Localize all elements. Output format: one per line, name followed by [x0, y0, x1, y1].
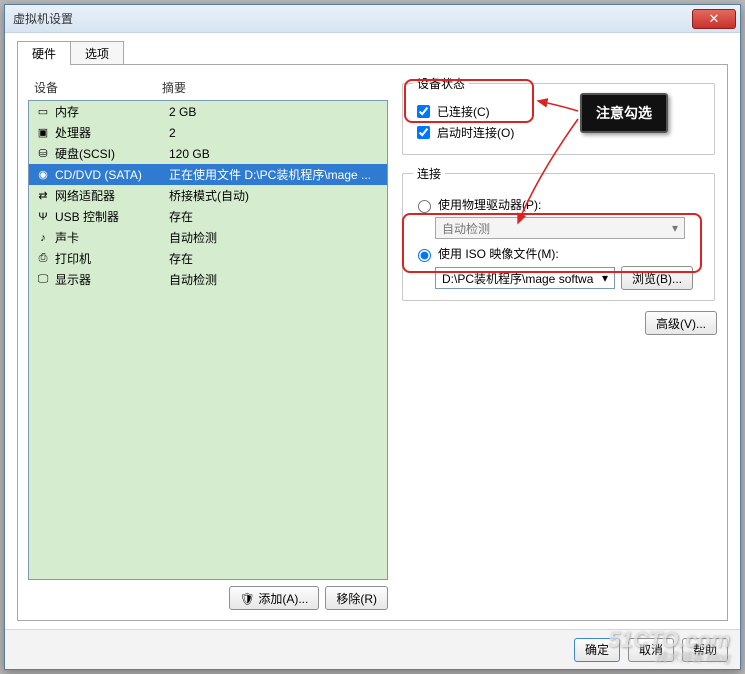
table-row[interactable]: ⇄网络适配器桥接模式(自动): [29, 185, 387, 206]
device-column: 设备 摘要 ▭内存 2 GB ▣处理器 2 ⛁硬盘(SCSI) 120 GB ◉ CD/DVD…: [28, 75, 388, 610]
device-name: 处理器: [55, 124, 165, 141]
connect-at-poweron-checkbox[interactable]: [417, 126, 430, 139]
disk-icon: ⛁: [35, 146, 51, 162]
physical-drive-block: 使用物理驱动器(P): 自动检测 ▾: [413, 196, 704, 239]
device-summary: 桥接模式(自动): [169, 187, 381, 204]
device-summary: 自动检测: [169, 271, 381, 288]
connection-legend: 连接: [413, 165, 445, 182]
connected-checkbox[interactable]: [417, 105, 430, 118]
physical-drive-radio[interactable]: [418, 200, 431, 213]
tabstrip: 硬件 选项: [17, 41, 740, 65]
tab-options[interactable]: 选项: [70, 41, 124, 65]
col-summary: 摘要: [162, 79, 382, 96]
col-device: 设备: [34, 79, 162, 96]
device-status-legend: 设备状态: [413, 75, 469, 92]
physical-drive-label: 使用物理驱动器(P):: [438, 196, 541, 213]
browse-button[interactable]: 浏览(B)...: [621, 266, 693, 290]
iso-label: 使用 ISO 映像文件(M):: [438, 245, 559, 262]
nic-icon: ⇄: [35, 188, 51, 204]
device-summary: 存在: [169, 250, 381, 267]
hardware-panel: 设备 摘要 ▭内存 2 GB ▣处理器 2 ⛁硬盘(SCSI) 120 GB ◉ CD/DVD…: [17, 64, 728, 621]
table-row[interactable]: ◉ CD/DVD (SATA) 正在使用文件 D:\PC装机程序\mage ...: [29, 164, 387, 185]
sound-icon: ♪: [35, 230, 51, 246]
table-row[interactable]: ΨUSB 控制器存在: [29, 206, 387, 227]
cpu-icon: ▣: [35, 125, 51, 141]
advanced-button[interactable]: 高级(V)...: [645, 311, 717, 335]
device-summary: 自动检测: [169, 229, 381, 246]
memory-icon: ▭: [35, 104, 51, 120]
device-summary: 正在使用文件 D:\PC装机程序\mage ...: [169, 166, 381, 183]
device-name: USB 控制器: [55, 208, 165, 225]
table-row[interactable]: ⎙打印机存在: [29, 248, 387, 269]
annotation-callout: 注意勾选: [580, 93, 668, 133]
watermark: 51CTO.com 技术博客 Blog: [608, 629, 730, 663]
device-name: CD/DVD (SATA): [55, 168, 165, 182]
device-name: 声卡: [55, 229, 165, 246]
physical-drive-dropdown[interactable]: 自动检测 ▾: [435, 217, 685, 239]
cd-icon: ◉: [35, 167, 51, 183]
display-icon: 🖵: [35, 272, 51, 288]
iso-path-field[interactable]: D:\PC装机程序\mage softwa ▾: [435, 267, 615, 289]
titlebar: 虚拟机设置 ✕: [5, 5, 740, 33]
device-buttons: 🛡 添加(A)... 移除(R): [28, 586, 388, 610]
connect-at-poweron-label: 启动时连接(O): [437, 124, 514, 141]
shield-icon: 🛡: [240, 592, 255, 606]
device-summary: 2: [169, 126, 381, 140]
physical-drive-radio-row[interactable]: 使用物理驱动器(P):: [413, 196, 704, 213]
remove-device-button[interactable]: 移除(R): [325, 586, 388, 610]
usb-icon: Ψ: [35, 209, 51, 225]
device-name: 内存: [55, 103, 165, 120]
list-header: 设备 摘要: [28, 75, 388, 100]
table-row[interactable]: ▭内存 2 GB: [29, 101, 387, 122]
iso-radio[interactable]: [418, 249, 431, 262]
tab-hardware[interactable]: 硬件: [17, 41, 71, 65]
device-name: 显示器: [55, 271, 165, 288]
table-row[interactable]: ▣处理器 2: [29, 122, 387, 143]
window-title: 虚拟机设置: [13, 10, 73, 27]
table-row[interactable]: ⛁硬盘(SCSI) 120 GB: [29, 143, 387, 164]
device-name: 硬盘(SCSI): [55, 145, 165, 162]
device-name: 网络适配器: [55, 187, 165, 204]
device-details: 设备状态 已连接(C) 启动时连接(O) 连接 使用物理驱动器(P):: [400, 75, 717, 610]
device-name: 打印机: [55, 250, 165, 267]
printer-icon: ⎙: [35, 251, 51, 267]
iso-block: 使用 ISO 映像文件(M): D:\PC装机程序\mage softwa ▾ …: [413, 245, 704, 290]
connected-label: 已连接(C): [437, 103, 490, 120]
device-summary: 存在: [169, 208, 381, 225]
device-summary: 2 GB: [169, 105, 381, 119]
device-summary: 120 GB: [169, 147, 381, 161]
table-row[interactable]: 🖵显示器自动检测: [29, 269, 387, 290]
device-list[interactable]: ▭内存 2 GB ▣处理器 2 ⛁硬盘(SCSI) 120 GB ◉ CD/DVD (SATA…: [28, 100, 388, 580]
chevron-down-icon: ▾: [602, 271, 608, 285]
vm-settings-window: 虚拟机设置 ✕ 硬件 选项 设备 摘要 ▭内存 2 GB ▣处理器 2 ⛁硬盘(SCSI…: [4, 4, 741, 670]
table-row[interactable]: ♪声卡自动检测: [29, 227, 387, 248]
add-device-button[interactable]: 🛡 添加(A)...: [229, 586, 320, 610]
iso-radio-row[interactable]: 使用 ISO 映像文件(M):: [413, 245, 704, 262]
device-status-group: 设备状态 已连接(C) 启动时连接(O): [402, 75, 715, 155]
connection-group: 连接 使用物理驱动器(P): 自动检测 ▾ 使用 ISO 映像文件(M):: [402, 165, 715, 301]
close-button[interactable]: ✕: [692, 9, 736, 29]
chevron-down-icon: ▾: [672, 221, 678, 235]
